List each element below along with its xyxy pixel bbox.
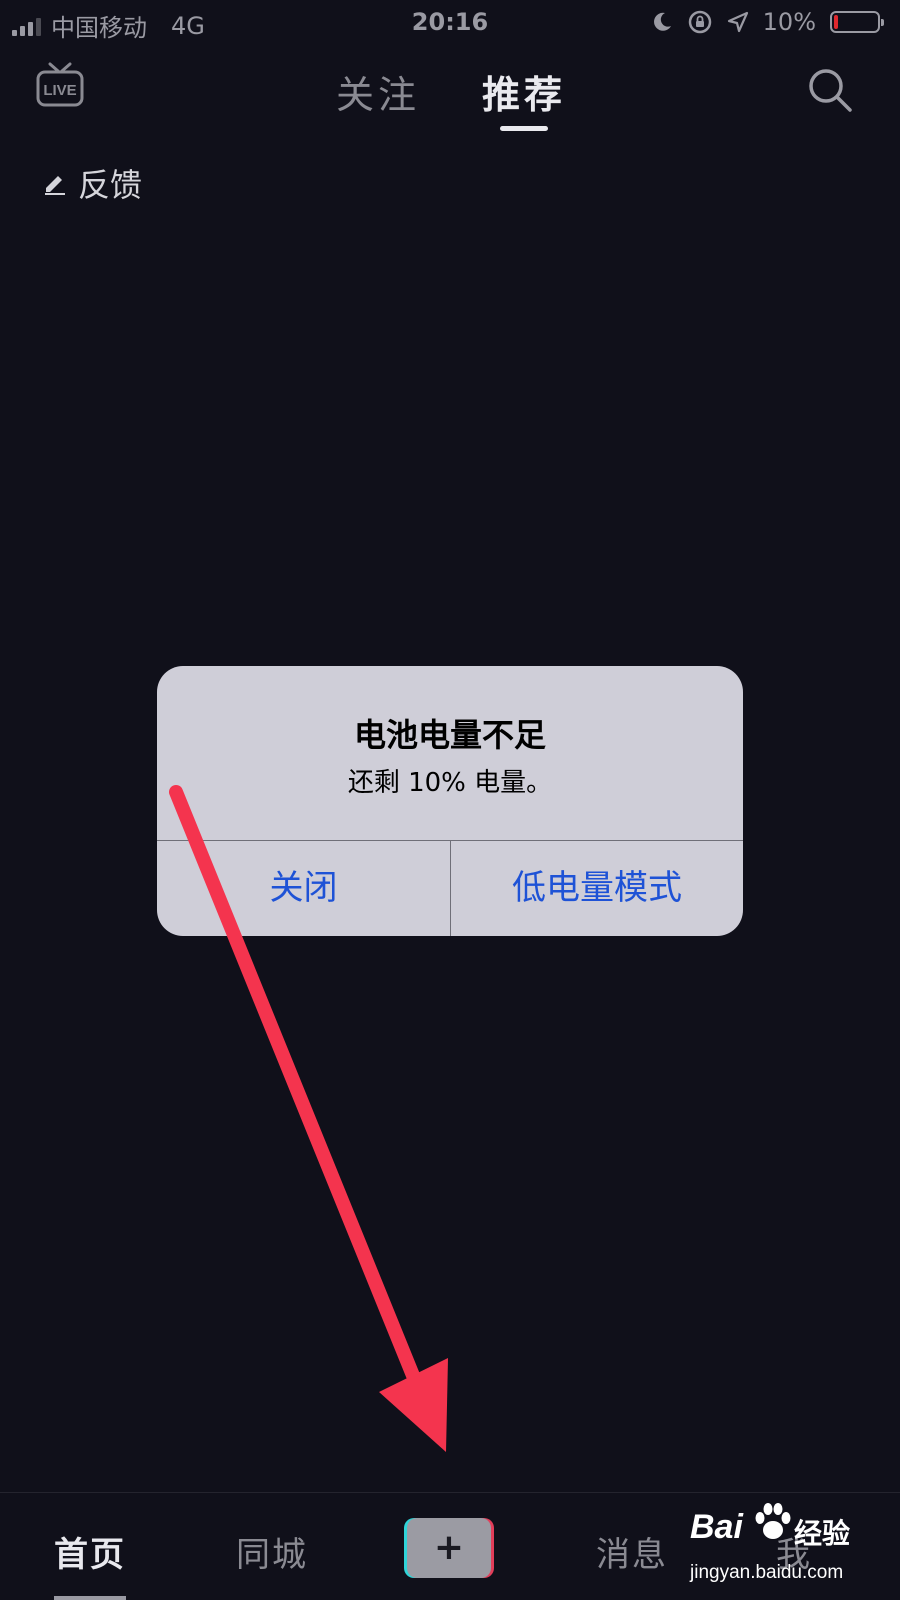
moon-icon xyxy=(653,12,671,31)
plus-icon: + xyxy=(407,1518,491,1578)
status-bar: 中国移动 4G 20:16 10% xyxy=(0,0,900,44)
nav-home-indicator xyxy=(54,1596,126,1600)
app-screen: 中国移动 4G 20:16 10% LIVE 关注 推荐 反馈 电池电量不足 还… xyxy=(0,0,900,1600)
alert-title: 电池电量不足 xyxy=(353,716,546,754)
create-video-button[interactable]: + xyxy=(404,1518,494,1578)
location-icon xyxy=(727,11,748,33)
close-button[interactable]: 关闭 xyxy=(157,841,450,936)
battery-icon xyxy=(830,11,884,33)
battery-level-fill xyxy=(834,15,839,29)
nav-home[interactable]: 首页 xyxy=(54,1527,126,1576)
feedback-label: 反馈 xyxy=(78,166,143,204)
watermark-title: 经验 xyxy=(794,1517,851,1550)
nav-messages[interactable]: 消息 xyxy=(596,1527,668,1576)
low-power-mode-button[interactable]: 低电量模式 xyxy=(451,841,743,936)
watermark-logo: Bai xyxy=(690,1508,743,1546)
arrow-head xyxy=(379,1358,448,1452)
active-tab-indicator xyxy=(500,126,548,131)
tab-follow[interactable]: 关注 xyxy=(336,64,420,119)
tab-recommend[interactable]: 推荐 xyxy=(482,64,566,119)
top-tabs: 关注 推荐 xyxy=(0,64,900,134)
watermark-url: jingyan.baidu.com xyxy=(690,1562,844,1583)
pencil-icon xyxy=(45,176,65,195)
feedback-button[interactable]: 反馈 xyxy=(42,160,142,206)
paw-icon xyxy=(755,1503,791,1539)
search-icon[interactable] xyxy=(806,66,854,114)
low-battery-alert: 电池电量不足 还剩 10% 电量。 关闭 低电量模式 xyxy=(157,666,743,936)
nav-nearby[interactable]: 同城 xyxy=(236,1527,308,1576)
battery-percent: 10% xyxy=(762,8,816,36)
baidu-jingyan-watermark: Bai 经验 jingyan.baidu.com xyxy=(690,1503,890,1594)
alert-message: 还剩 10% 电量。 xyxy=(347,768,553,798)
rotation-lock-icon xyxy=(688,10,711,34)
status-right: 10% xyxy=(651,8,884,36)
